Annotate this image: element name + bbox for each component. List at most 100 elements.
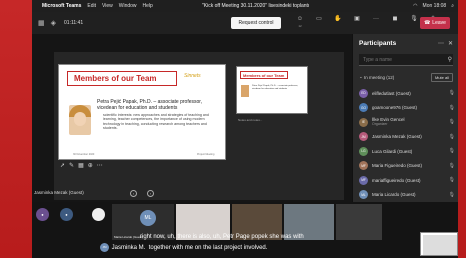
meeting-timer: 01:11:41 bbox=[64, 20, 84, 26]
raise-hand-button[interactable]: ✋ bbox=[332, 16, 344, 30]
next-slide-preview[interactable]: Members of our Team Petra Pejić Papak, P… bbox=[236, 66, 308, 114]
presenter-tools: ➚ ✎ ▦ ⊕ ⋯ bbox=[60, 162, 103, 169]
mic-off-icon: 🎙 bbox=[448, 133, 455, 140]
rooms-button[interactable]: ▣ bbox=[351, 16, 363, 30]
slide-person: Petra Pejić Papak, Ph.D. – associate pro… bbox=[97, 99, 203, 111]
avatar: ML bbox=[140, 210, 156, 226]
camera-button[interactable]: ◼ bbox=[389, 16, 401, 30]
share-invite-icon[interactable]: ⚲ bbox=[448, 56, 452, 63]
search-icon[interactable]: ⌕ bbox=[451, 3, 454, 9]
phone-icon: ☎ bbox=[424, 20, 431, 26]
menu-app-name[interactable]: Microsoft Teams bbox=[42, 3, 81, 9]
bezel-left bbox=[0, 0, 32, 258]
mic-off-icon: 🎙 bbox=[448, 162, 455, 169]
menu-view[interactable]: View bbox=[102, 3, 113, 9]
participant-name: Luca Gilardi (Guest) bbox=[372, 149, 445, 154]
list-item[interactable]: MF Maria Figueiredo (Guest) 🎙 bbox=[359, 159, 455, 174]
participant-list: ED elifledutlast (Guest) 🎙 GO goamoone976 (G… bbox=[359, 86, 455, 217]
camera-icon: ◼ bbox=[392, 16, 398, 22]
prev-slide-icon[interactable]: ‹ bbox=[130, 190, 137, 197]
caption-line-1: right now, uh, there is also, uh, Petr P… bbox=[140, 234, 304, 240]
participant-role: Organizer bbox=[372, 122, 388, 127]
in-meeting-header[interactable]: ⌄ In meeting (12) Mute all bbox=[359, 72, 453, 82]
mic-off-icon: 🎙 bbox=[448, 119, 455, 126]
avatar: MF bbox=[359, 175, 368, 185]
pointer-icon[interactable]: ➚ bbox=[60, 162, 65, 169]
avatar: MF bbox=[359, 161, 368, 171]
slide-body: Petra Pejić Papak, Ph.D. – associate pro… bbox=[97, 99, 221, 131]
slide-notes: Notes and notes... bbox=[238, 118, 263, 122]
participant-name: mariaffigueiredo (Guest) bbox=[372, 178, 445, 183]
list-item[interactable]: GO goamoone976 (Guest) 🎙 bbox=[359, 101, 455, 116]
shield-icon[interactable]: ◈ bbox=[51, 19, 56, 27]
grid-icon[interactable]: ▦ bbox=[38, 19, 45, 27]
avatar: LG bbox=[359, 146, 368, 156]
mic-button[interactable]: 🎙 bbox=[408, 16, 420, 30]
participant-search-input[interactable] bbox=[359, 54, 453, 66]
request-control-button[interactable]: Request control bbox=[231, 17, 281, 29]
more-icon: ··· bbox=[373, 16, 379, 22]
list-item[interactable]: MF mariaffigueiredo (Guest) 🎙 bbox=[359, 173, 455, 188]
hand-icon: ✋ bbox=[334, 16, 342, 22]
chat-button[interactable]: ▭ bbox=[313, 16, 325, 30]
people-icon: ☺ bbox=[296, 16, 304, 22]
participant-name: Maria Figueiredo (Guest) bbox=[372, 163, 445, 168]
menu-window[interactable]: Window bbox=[119, 3, 137, 9]
menu-edit[interactable]: Edit bbox=[87, 3, 96, 9]
settings-icon[interactable]: ⋯ bbox=[438, 40, 444, 47]
participant-name: goamoone976 (Guest) bbox=[372, 105, 445, 110]
live-captions: right now, uh, there is also, uh, Petr P… bbox=[100, 232, 350, 254]
screen: Microsoft Teams Edit View Window Help "K… bbox=[0, 0, 466, 258]
participants-button[interactable]: ☺ 12 bbox=[294, 16, 306, 30]
participant-name-text: Maria Licardo (Guest) bbox=[372, 192, 416, 198]
menu-help[interactable]: Help bbox=[143, 3, 153, 9]
bezel-right bbox=[458, 0, 466, 258]
avatar[interactable]: ● bbox=[36, 208, 49, 221]
pen-icon[interactable]: ✎ bbox=[69, 162, 74, 169]
next-slide-icon[interactable]: › bbox=[147, 190, 154, 197]
close-icon[interactable]: ✕ bbox=[448, 40, 453, 47]
participant-name: elifledutlast (Guest) bbox=[372, 91, 445, 96]
rooms-icon: ▣ bbox=[354, 16, 360, 22]
slide-navigation: ‹ › bbox=[130, 190, 154, 197]
caption-text: together with me on the last project inv… bbox=[148, 245, 268, 252]
list-item[interactable]: JM Jasminka Mezak (Guest) 🎙 bbox=[359, 130, 455, 145]
clock[interactable]: Mon 18:08 bbox=[423, 3, 447, 9]
slide-title: Members of our Team bbox=[67, 71, 177, 86]
leave-label: Leave bbox=[432, 20, 446, 26]
avatar[interactable] bbox=[92, 208, 105, 221]
avatar: IE bbox=[359, 117, 368, 127]
window-title: "Kick off Meeting 30.11.2020" lisesindek… bbox=[202, 3, 310, 9]
participant-name-text: Maria Figueiredo (Guest) bbox=[372, 163, 423, 169]
grid-view-icon[interactable]: ▦ bbox=[78, 162, 84, 169]
list-item[interactable]: IE İlke Evin Gencel Organizer 🎙 bbox=[359, 115, 455, 130]
current-slide: Members of our Team Sinnets Petra Pejić … bbox=[58, 64, 226, 160]
leave-button[interactable]: ☎ Leave bbox=[420, 17, 450, 29]
mic-off-icon: 🎙 bbox=[448, 148, 455, 155]
more-button[interactable]: ··· bbox=[370, 16, 382, 30]
slide-detail: scientific interests: new approaches and… bbox=[103, 113, 209, 131]
more-options-icon[interactable]: ⋯ bbox=[97, 162, 103, 169]
list-item[interactable]: LG Luca Gilardi (Guest) 🎙 bbox=[359, 144, 455, 159]
avatar: ED bbox=[359, 88, 368, 98]
mic-icon: 🎙 bbox=[410, 16, 418, 22]
panel-title: Participants bbox=[359, 40, 397, 47]
in-meeting-label: In meeting (12) bbox=[364, 74, 395, 80]
mic-off-icon: 🎙 bbox=[448, 177, 455, 184]
next-slide-title: Members of our Team bbox=[240, 71, 288, 79]
wifi-icon[interactable]: ◠ bbox=[413, 3, 417, 9]
caption-line-2: JM Jasminka M. together with me on the l… bbox=[100, 243, 350, 254]
participant-name: İlke Evin Gencel Organizer bbox=[372, 117, 445, 127]
list-item[interactable]: ED elifledutlast (Guest) 🎙 bbox=[359, 86, 455, 101]
avatar: ML bbox=[359, 190, 368, 200]
speaker-avatar: JM bbox=[100, 243, 109, 252]
meeting-toolbar: ▦ ◈ 01:11:41 Request control ☺ 12 ▭ ✋ ▣ ·… bbox=[32, 12, 458, 34]
list-item[interactable]: ML Maria Licardo (Guest) 🎙 bbox=[359, 188, 455, 203]
participant-name: Jasminka Mezak (Guest) bbox=[372, 134, 445, 139]
avatar: JM bbox=[359, 132, 368, 142]
mini-window[interactable] bbox=[420, 232, 458, 256]
avatar[interactable]: ● bbox=[60, 208, 73, 221]
next-slide-portrait bbox=[241, 85, 249, 97]
zoom-icon[interactable]: ⊕ bbox=[88, 162, 93, 169]
mute-all-button[interactable]: Mute all bbox=[430, 72, 453, 82]
